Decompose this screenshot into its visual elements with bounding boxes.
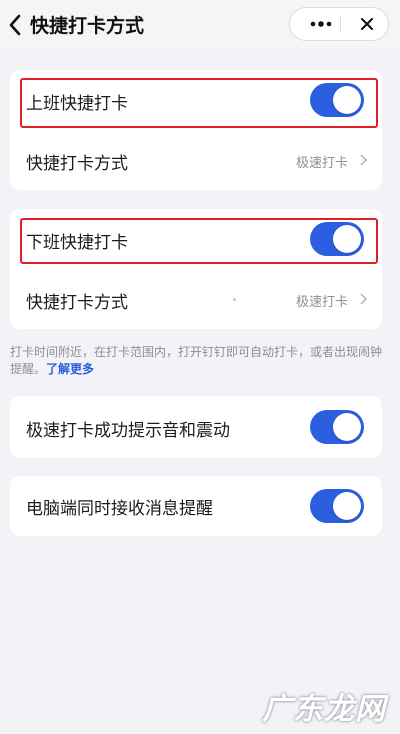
top-bar: 快捷打卡方式 bbox=[0, 0, 400, 52]
back-button[interactable] bbox=[2, 8, 28, 42]
chevron-right-icon bbox=[360, 293, 368, 305]
setting-label-sound: 极速打卡成功提示音和震动 bbox=[26, 421, 230, 441]
close-button[interactable] bbox=[350, 8, 384, 40]
more-dots-icon bbox=[310, 21, 332, 27]
setting-label-desktop: 电脑端同时接收消息提醒 bbox=[26, 499, 213, 519]
page-title: 快捷打卡方式 bbox=[30, 15, 145, 37]
clock-in-method-value: 极速打卡 bbox=[295, 156, 348, 171]
setting-card-sound: 极速打卡成功提示音和震动 bbox=[10, 396, 382, 458]
clock-in-highlight-box bbox=[20, 78, 378, 128]
clock-in-method-row[interactable]: 快捷打卡方式 极速打卡 bbox=[10, 130, 382, 190]
clock-in-method-label: 快捷打卡方式 bbox=[26, 154, 128, 174]
capsule-divider bbox=[340, 17, 341, 31]
watermark-logo: 广东龙网 bbox=[262, 692, 386, 727]
toggle-knob bbox=[333, 413, 361, 441]
stray-dot bbox=[233, 298, 236, 301]
clock-out-method-row[interactable]: 快捷打卡方式 极速打卡 bbox=[10, 269, 382, 329]
clock-out-highlight-box bbox=[20, 218, 378, 264]
footnote: 打卡时间附近，在打卡范围内，打开钉钉即可自动打卡，或者出现闹钟提醒。了解更多 bbox=[10, 344, 382, 378]
setting-toggle-sound[interactable] bbox=[310, 410, 364, 444]
chevron-right-icon bbox=[360, 154, 368, 166]
toggle-knob bbox=[333, 492, 361, 520]
setting-toggle-desktop[interactable] bbox=[310, 489, 364, 523]
clock-out-method-value: 极速打卡 bbox=[295, 295, 348, 310]
clock-out-method-label: 快捷打卡方式 bbox=[26, 293, 128, 313]
close-icon bbox=[361, 18, 373, 30]
setting-card-desktop: 电脑端同时接收消息提醒 bbox=[10, 476, 382, 536]
mini-program-capsule bbox=[289, 7, 389, 41]
more-button[interactable] bbox=[304, 8, 338, 40]
learn-more-link[interactable]: 了解更多 bbox=[46, 362, 94, 376]
chevron-left-icon bbox=[9, 14, 21, 36]
